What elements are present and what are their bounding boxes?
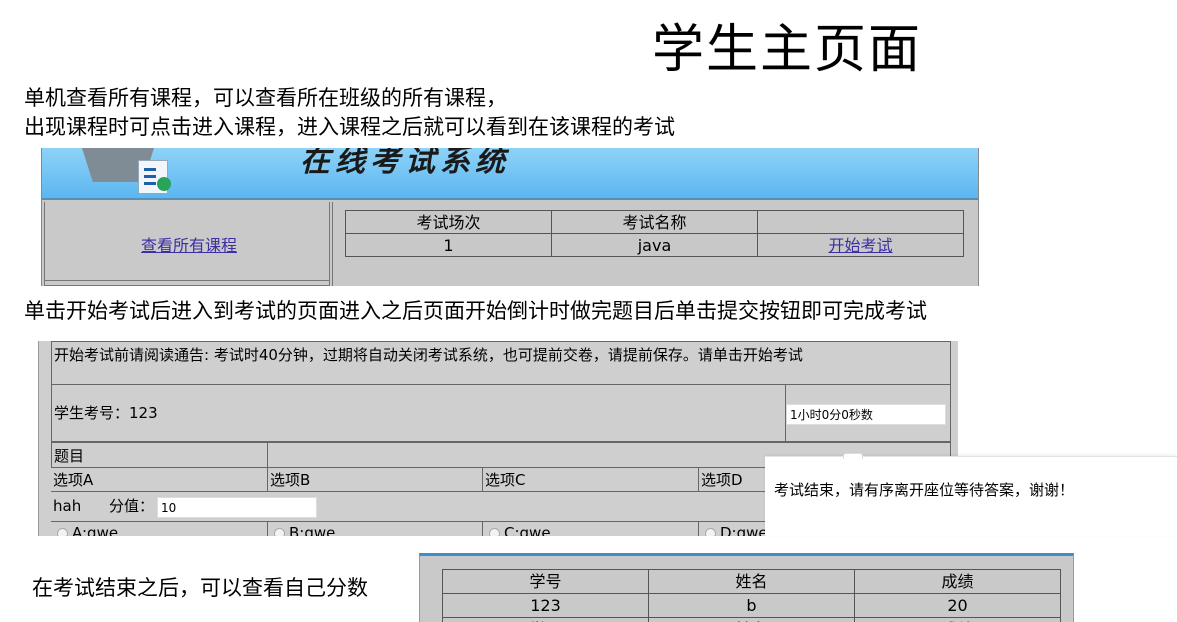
student-id-cell: 学号 [442, 617, 649, 622]
table-header-row: 考试场次 考试名称 [345, 210, 964, 234]
score-cell: 成绩 [854, 617, 1061, 622]
radio-icon[interactable] [274, 528, 285, 536]
table-row: 1 java 开始考试 [345, 233, 964, 257]
choice-d[interactable]: D:qwe [699, 522, 768, 536]
score-cell: 20 [854, 593, 1061, 618]
description-line-2: 出现课程时可点击进入课程，进入课程之后就可以看到在该课程的考试 [24, 115, 675, 139]
popup-message: 考试结束，请有序离开座位等待答案，谢谢！ [774, 481, 1075, 499]
description-line-3: 单击开始考试后进入到考试的页面进入之后页面开始倒计时做完题目后单击提交按钮即可完… [24, 299, 927, 323]
description-line-4: 在考试结束之后，可以查看自己分数 [32, 576, 368, 600]
choice-c[interactable]: C:qwe [483, 522, 551, 536]
grade-table: 学号 姓名 成绩 123 b 20 学号 姓名 成绩 [442, 569, 1061, 622]
header-exam-name: 考试名称 [551, 210, 758, 234]
description-line-1: 单机查看所有课程，可以查看所在班级的所有课程， [24, 86, 507, 110]
name-cell: b [648, 593, 855, 618]
header-exam-session: 考试场次 [345, 210, 552, 234]
start-exam-link[interactable]: 开始考试 [828, 236, 892, 255]
table-header-row: 学号 姓名 成绩 [442, 569, 1061, 594]
option-b-header: 选项B [268, 468, 483, 492]
exam-session-cell: 1 [345, 233, 552, 257]
page-title: 学生主页面 [652, 20, 923, 80]
name-cell: 姓名 [648, 617, 855, 622]
exam-list-panel: 考试场次 考试名称 1 java 开始考试 [332, 202, 978, 286]
question-text: hah [53, 497, 82, 515]
countdown-timer: 1小时0分0秒数 [786, 404, 946, 425]
score-input[interactable]: 10 [157, 497, 317, 518]
score-label: 分值： [109, 497, 155, 515]
header-score: 成绩 [854, 569, 1061, 594]
site-banner: 在线考试系统 [42, 148, 978, 200]
course-screenshot: 在线考试系统 查看所有课程 考试场次 考试名称 1 java 开始考试 [41, 148, 979, 286]
header-student-id: 学号 [442, 569, 649, 594]
banner-title: 在线考试系统 [300, 148, 510, 179]
header-action [757, 210, 964, 234]
document-icon [138, 160, 171, 194]
option-c-header: 选项C [483, 468, 699, 492]
radio-icon[interactable] [489, 528, 500, 536]
view-all-courses-link[interactable]: 查看所有课程 [141, 232, 237, 256]
radio-icon[interactable] [57, 528, 68, 536]
table-row: 学号 姓名 成绩 [442, 617, 1061, 622]
start-exam-cell: 开始考试 [757, 233, 964, 257]
left-nav-panel: 查看所有课程 [44, 202, 330, 286]
question-header: 题目 [54, 447, 85, 465]
exam-name-cell: java [551, 233, 758, 257]
header-name: 姓名 [648, 569, 855, 594]
table-row: 123 b 20 [442, 593, 1061, 618]
grade-screenshot: 学号 姓名 成绩 123 b 20 学号 姓名 成绩 [419, 553, 1074, 622]
choice-b[interactable]: B:qwe [268, 522, 335, 536]
notice-box: 开始考试前请阅读通告: 考试时40分钟，过期将自动关闭考试系统，也可提前交卷，请… [51, 341, 951, 385]
student-id-cell: 123 [442, 593, 649, 618]
exam-end-popup: 考试结束，请有序离开座位等待答案，谢谢！ [765, 453, 1177, 536]
option-a-header: 选项A [51, 468, 268, 492]
choice-a[interactable]: A:qwe [51, 522, 118, 536]
student-id-label: 学生考号：123 [54, 404, 158, 422]
exam-notice: 开始考试前请阅读通告: 考试时40分钟，过期将自动关闭考试系统，也可提前交卷，请… [54, 346, 803, 364]
exam-table: 考试场次 考试名称 1 java 开始考试 [345, 210, 964, 257]
radio-icon[interactable] [705, 528, 716, 536]
